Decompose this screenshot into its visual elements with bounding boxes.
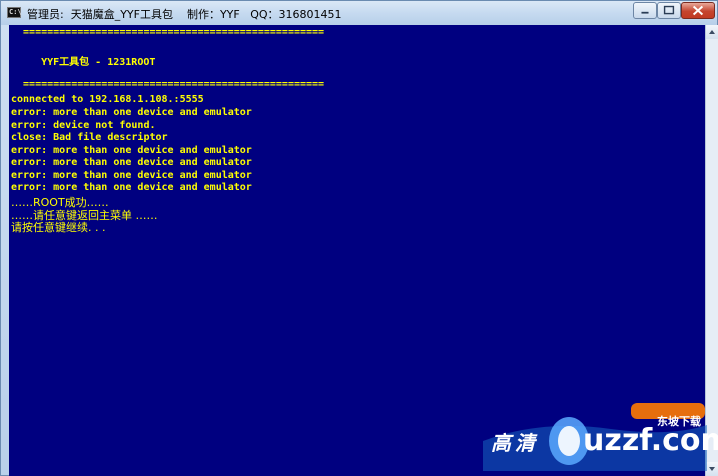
close-button[interactable] — [681, 2, 715, 19]
scroll-down-icon — [709, 467, 715, 471]
scroll-up-icon — [709, 30, 715, 34]
site-watermark: 高清 uzzf.com 东坡下载 — [481, 401, 718, 473]
title-bar[interactable]: C:\ 管理员: 天猫魔盒_YYF工具包 制作：YYF QQ：316801451 — [1, 1, 717, 25]
console-line: YYF工具包 - 1231ROOT — [11, 57, 156, 68]
maximize-icon — [663, 5, 675, 15]
console-line: error: device not found. — [11, 120, 156, 131]
maximize-button[interactable] — [657, 2, 681, 19]
watermark-badge: 东坡下载 — [657, 415, 701, 428]
console-line: error: more than one device and emulator — [11, 157, 252, 168]
console-window: C:\ 管理员: 天猫魔盒_YYF工具包 制作：YYF QQ：316801451… — [0, 0, 718, 476]
console-line: ========================================… — [11, 79, 325, 90]
console-line: connected to 192.168.1.108.:5555 — [11, 94, 204, 105]
scroll-up-button[interactable] — [706, 25, 718, 39]
window-title: 管理员: 天猫魔盒_YYF工具包 制作：YYF QQ：316801451 — [27, 8, 342, 21]
close-icon — [692, 5, 704, 16]
cmd-icon[interactable]: C:\ — [7, 7, 22, 18]
watermark-text-left: 高清 — [491, 431, 539, 455]
cmd-icon-label: C:\ — [9, 8, 22, 16]
console-line: error: more than one device and emulator — [11, 170, 252, 181]
minimize-icon — [641, 11, 649, 14]
minimize-button[interactable] — [633, 2, 657, 19]
console-line: 请按任意键继续. . . — [11, 221, 106, 234]
console-line: ========================================… — [11, 27, 325, 38]
console-line: close: Bad file descriptor — [11, 132, 168, 143]
console-line: error: more than one device and emulator — [11, 182, 252, 193]
console-line: error: more than one device and emulator — [11, 107, 252, 118]
console-line: error: more than one device and emulator — [11, 145, 252, 156]
